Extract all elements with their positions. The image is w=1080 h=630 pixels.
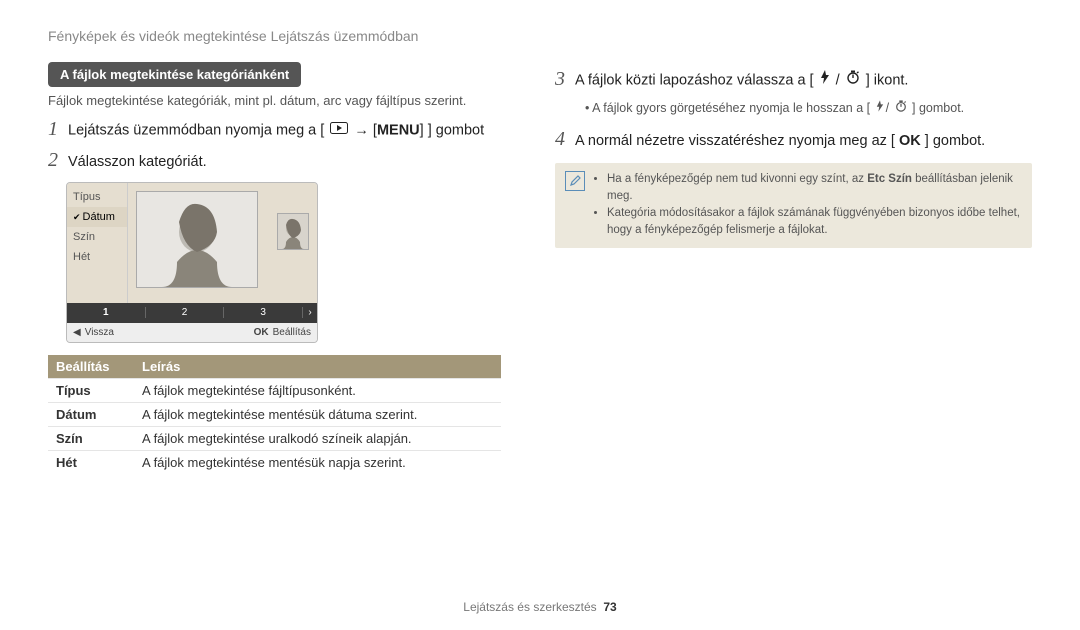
- ok-label-icon: OK: [899, 133, 921, 149]
- step-1: 1 Lejátszás üzemmódban nyomja meg a [ → …: [48, 118, 525, 143]
- step-3-post: ] ikont.: [866, 73, 909, 89]
- step-text: Válasszon kategóriát.: [68, 152, 207, 174]
- play-mode-icon: [330, 120, 348, 142]
- ok-icon[interactable]: OK: [254, 327, 269, 338]
- step-3-bullet-pre: A fájlok gyors görgetéséhez nyomja le ho…: [592, 101, 870, 115]
- timer-icon: [895, 99, 907, 118]
- th-desc: Leírás: [134, 355, 501, 379]
- status-set[interactable]: Beállítás: [273, 327, 311, 338]
- step-4-post: ] gombot.: [925, 133, 985, 149]
- thumb-page-3[interactable]: 3: [224, 307, 303, 318]
- camera-screen-mockup: Típus Dátum Szín Hét: [66, 182, 318, 343]
- page-footer: Lejátszás és szerkesztés 73: [0, 600, 1080, 614]
- flash-icon: [820, 70, 830, 92]
- left-column: A fájlok megtekintése kategóriánként Fáj…: [48, 62, 525, 610]
- step-3: 3 A fájlok közti lapozáshoz válassza a […: [555, 68, 1032, 93]
- photo-preview-area: [128, 183, 317, 303]
- status-bar: ◀ Vissza OK Beállítás: [67, 323, 317, 342]
- step-number: 1: [48, 118, 68, 141]
- td-color: Szín: [48, 426, 134, 450]
- step-text: A normál nézetre visszatéréshez nyomja m…: [575, 131, 985, 153]
- photo-thumb: [277, 213, 309, 250]
- td-color-desc: A fájlok megtekintése uralkodó színeik a…: [134, 426, 501, 450]
- section-header-files-by-category: A fájlok megtekintése kategóriánként: [48, 62, 301, 87]
- step-1-pre: Lejátszás üzemmódban nyomja meg a [: [68, 123, 324, 139]
- note1-bold: Etc Szín: [867, 173, 912, 185]
- note-item-1: Ha a fényképezőgép nem tud kivonni egy s…: [607, 171, 1022, 206]
- step-text: Lejátszás üzemmódban nyomja meg a [ → [M…: [68, 120, 484, 142]
- right-column: 3 A fájlok közti lapozáshoz válassza a […: [555, 62, 1032, 610]
- th-setting: Beállítás: [48, 355, 134, 379]
- category-list: Típus Dátum Szín Hét: [67, 183, 128, 303]
- step-4-pre: A normál nézetre visszatéréshez nyomja m…: [575, 133, 895, 149]
- table-row: Dátum A fájlok megtekintése mentésük dát…: [48, 402, 501, 426]
- step-text: A fájlok közti lapozáshoz válassza a [ /…: [575, 70, 908, 92]
- note1-pre: Ha a fényképezőgép nem tud kivonni egy s…: [607, 173, 867, 185]
- thumb-next-icon[interactable]: ›: [303, 307, 317, 318]
- table-row: Típus A fájlok megtekintése fájltípusonk…: [48, 378, 501, 402]
- arrow-icon: →: [354, 123, 373, 139]
- section-desc: Fájlok megtekintése kategóriák, mint pl.…: [48, 93, 525, 108]
- cat-item-type[interactable]: Típus: [67, 187, 127, 207]
- thumb-page-1[interactable]: 1: [67, 307, 146, 318]
- td-date: Dátum: [48, 402, 134, 426]
- photo-main: [136, 191, 258, 288]
- step-number: 4: [555, 128, 575, 151]
- step-number: 2: [48, 149, 68, 172]
- back-arrow-icon[interactable]: ◀: [73, 327, 81, 338]
- thumb-page-2[interactable]: 2: [146, 307, 225, 318]
- table-row: Hét A fájlok megtekintése mentésük napja…: [48, 450, 501, 474]
- flash-icon: [876, 99, 884, 118]
- cat-item-color[interactable]: Szín: [67, 227, 127, 247]
- note-icon: [565, 171, 585, 191]
- status-back[interactable]: Vissza: [85, 327, 114, 338]
- td-type: Típus: [48, 378, 134, 402]
- note-list: Ha a fényképezőgép nem tud kivonni egy s…: [593, 171, 1022, 240]
- step-3-pre: A fájlok közti lapozáshoz válassza a [: [575, 73, 814, 89]
- step-3-bullet-post: ] gombot.: [912, 101, 964, 115]
- page-header: Fényképek és videók megtekintése Lejátsz…: [48, 28, 1032, 44]
- td-week: Hét: [48, 450, 134, 474]
- table-header-row: Beállítás Leírás: [48, 355, 501, 379]
- td-week-desc: A fájlok megtekintése mentésük napja sze…: [134, 450, 501, 474]
- step-3-bullet: • A fájlok gyors görgetéséhez nyomja le …: [585, 99, 1032, 118]
- cat-item-week[interactable]: Hét: [67, 247, 127, 267]
- step-number: 3: [555, 68, 575, 91]
- td-type-desc: A fájlok megtekintése fájltípusonként.: [134, 378, 501, 402]
- cat-item-date[interactable]: Dátum: [67, 207, 127, 227]
- td-date-desc: A fájlok megtekintése mentésük dátuma sz…: [134, 402, 501, 426]
- step-1-post: ] gombot: [428, 123, 484, 139]
- thumb-strip: 1 2 3 ›: [67, 303, 317, 323]
- footer-section: Lejátszás és szerkesztés: [463, 600, 596, 614]
- menu-label-icon: [MENU]: [373, 123, 424, 139]
- note-item-2: Kategória módosításakor a fájlok számána…: [607, 205, 1022, 240]
- timer-icon: [846, 70, 860, 92]
- settings-table: Beállítás Leírás Típus A fájlok megtekin…: [48, 355, 501, 474]
- footer-page: 73: [603, 600, 616, 614]
- note-box: Ha a fényképezőgép nem tud kivonni egy s…: [555, 163, 1032, 248]
- step-4: 4 A normál nézetre visszatéréshez nyomja…: [555, 128, 1032, 153]
- table-row: Szín A fájlok megtekintése uralkodó szín…: [48, 426, 501, 450]
- step-2: 2 Válasszon kategóriát.: [48, 149, 525, 174]
